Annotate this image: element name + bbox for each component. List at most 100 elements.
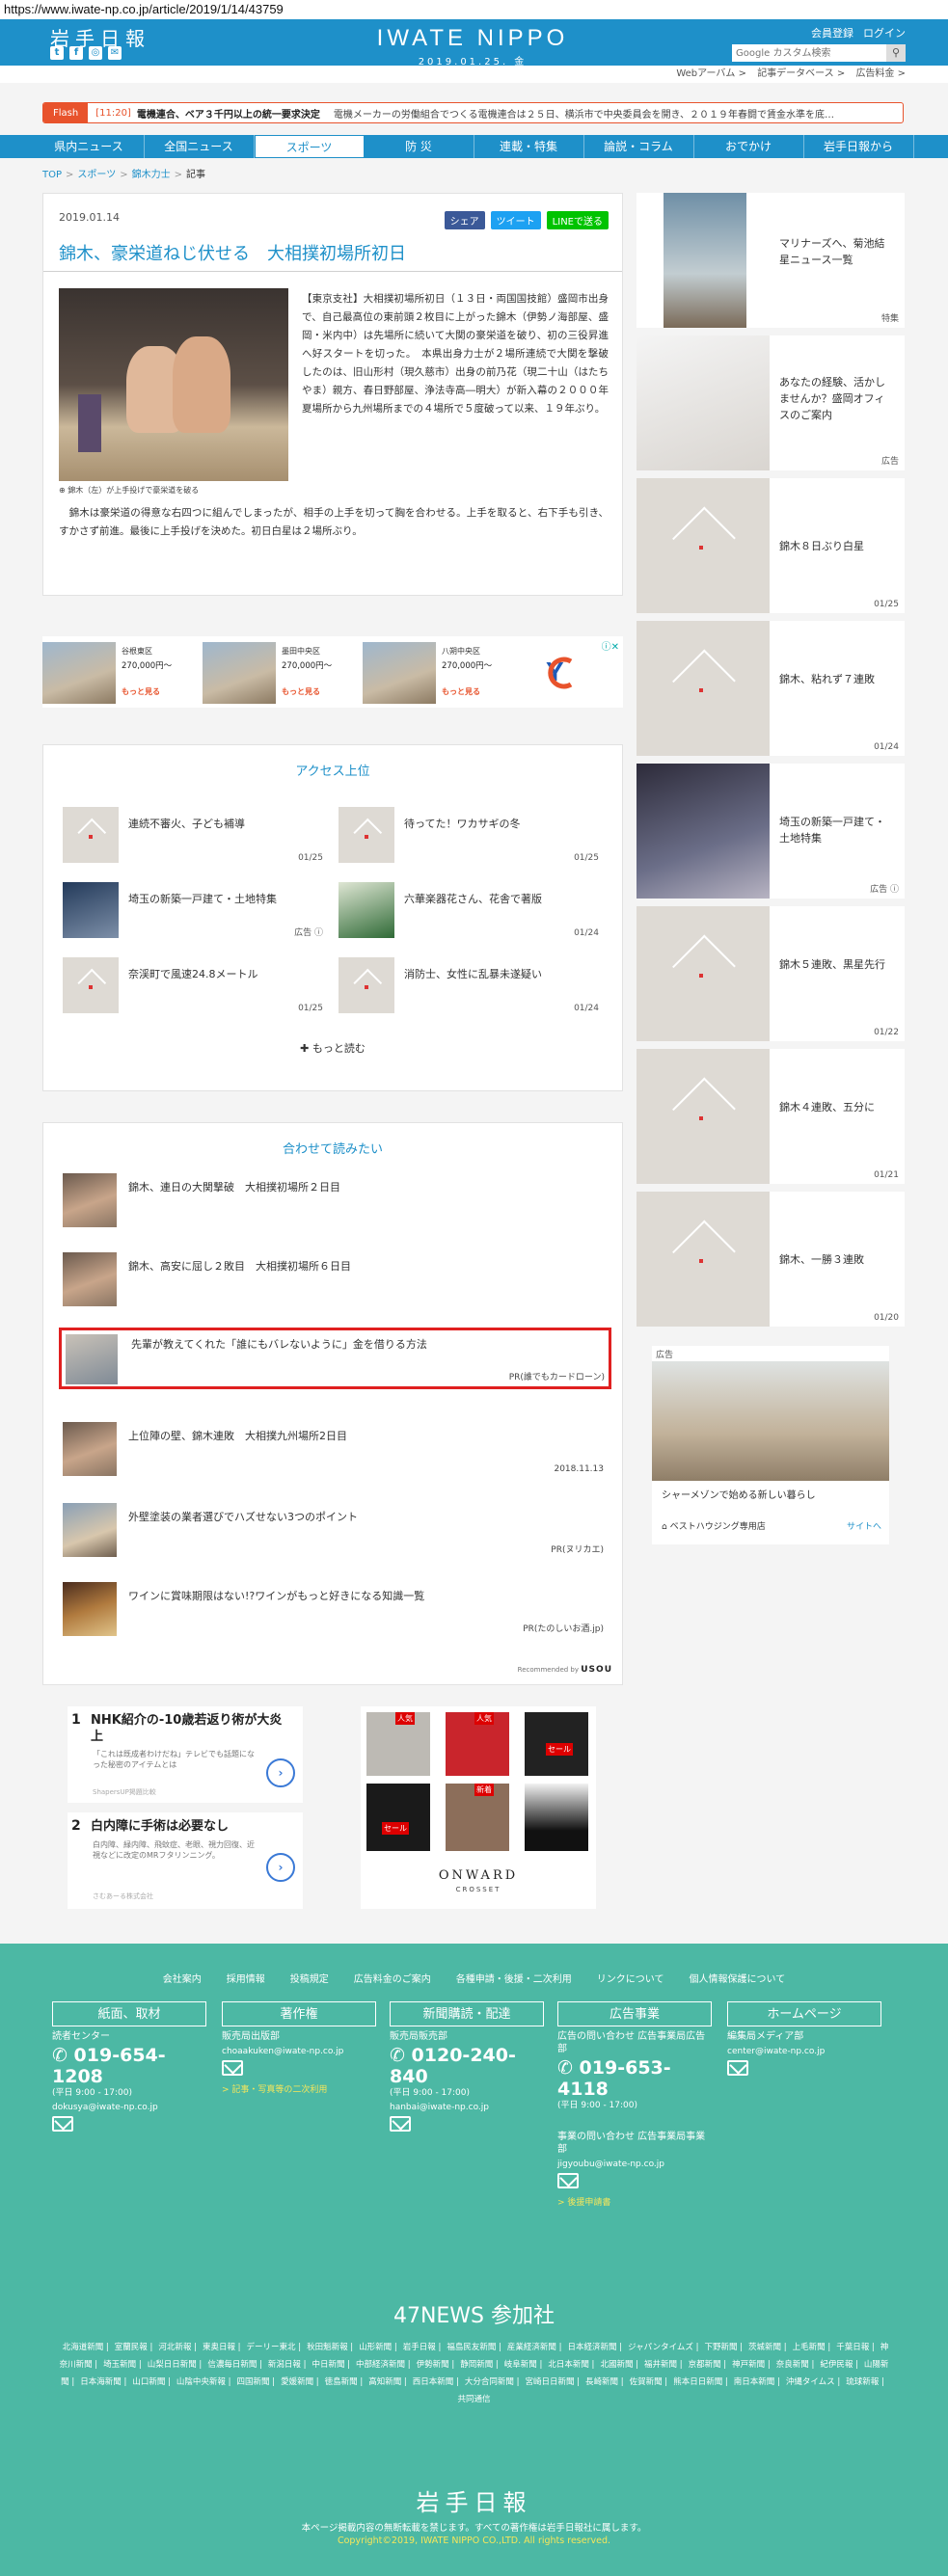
zoom-icon[interactable]: ⊕ <box>59 486 66 495</box>
ranking-item[interactable]: 連続不審火、子ども補導 01/25 <box>63 807 323 867</box>
sidebar-item[interactable]: 錦木８日ぶり白星 01/25 <box>637 478 905 613</box>
newspaper-link[interactable]: 伊勢新聞 | <box>417 2360 455 2370</box>
nav-local-news[interactable]: 県内ニュース <box>35 135 145 158</box>
newspaper-link[interactable]: 四国新聞 | <box>236 2377 275 2387</box>
sidebar-item[interactable]: 錦木４連敗、五分に 01/21 <box>637 1049 905 1184</box>
chevron-right-icon[interactable]: › <box>266 1853 295 1882</box>
sidebar-item[interactable]: 錦木、一勝３連敗 01/20 <box>637 1192 905 1327</box>
newspaper-link[interactable]: 茨城新聞 | <box>748 2343 787 2352</box>
sponsored-item[interactable]: 先輩が教えてくれた「誰にもバレないように」金を借りる方法 PR(誰でもカードロー… <box>59 1328 611 1389</box>
nav-from-iwate[interactable]: 岩手日報から <box>804 135 914 158</box>
mail-icon[interactable] <box>390 2116 411 2132</box>
subnav-ad-rates[interactable]: 広告料金 > <box>855 68 906 79</box>
newspaper-link[interactable]: 埼玉新聞 | <box>103 2360 142 2370</box>
newspaper-link[interactable]: 日本経済新聞 | <box>567 2343 622 2352</box>
newspaper-link[interactable]: 共同通信 <box>457 2395 490 2404</box>
native-ad[interactable]: 1 NHK紹介の-10歳若返り術が大炎上 「これは既成者わけだね」テレビでも話題… <box>68 1706 303 1803</box>
newspaper-link[interactable]: 河北新報 | <box>158 2343 197 2352</box>
read-more-button[interactable]: ✚ もっと読む <box>43 1040 622 1056</box>
sidebar-item[interactable]: 錦木５連敗、黒星先行 01/22 <box>637 906 905 1041</box>
newspaper-link[interactable]: 京都新聞 | <box>689 2360 727 2370</box>
nav-national-news[interactable]: 全国ニュース <box>145 135 255 158</box>
related-item[interactable]: ワインに賞味期限はない!?ワインがもっと好きになる知識一覧 PR(たのしいお酒.… <box>63 1582 608 1638</box>
newspaper-link[interactable]: 信濃毎日新聞 | <box>207 2360 262 2370</box>
search-icon[interactable]: ⚲ <box>886 44 906 62</box>
mail-icon[interactable] <box>727 2060 748 2076</box>
breadcrumb-nishikigi[interactable]: 錦木力士 <box>132 170 171 180</box>
newspaper-link[interactable]: 佐賀新聞 | <box>630 2377 668 2387</box>
newspaper-link[interactable]: 山陰中央新報 | <box>176 2377 231 2387</box>
newspaper-link[interactable]: 北海道新聞 | <box>63 2343 109 2352</box>
newspaper-link[interactable]: 西日本新聞 | <box>413 2377 459 2387</box>
newspaper-link[interactable]: 新潟日報 | <box>268 2360 307 2370</box>
nav-series[interactable]: 連載・特集 <box>474 135 584 158</box>
newspaper-link[interactable]: 北國新聞 | <box>600 2360 638 2370</box>
ranking-item[interactable]: 埼玉の新築一戸建て・土地特集 広告 ⓘ <box>63 882 323 942</box>
footer-link[interactable]: 会社案内 <box>163 1971 202 1985</box>
newspaper-link[interactable]: 沖縄タイムス | <box>786 2377 840 2387</box>
newspaper-link[interactable]: 上毛新聞 | <box>793 2343 831 2352</box>
address-bar[interactable]: https://www.iwate-np.co.jp/article/2019/… <box>0 0 948 19</box>
flash-news[interactable]: Flash [11:20] 電機連合、ベア３千円以上の統一要求決定 電機メーカー… <box>42 102 904 123</box>
advertiser-logo[interactable]: Y <box>542 652 609 690</box>
nav-opinion[interactable]: 論説・コラム <box>584 135 694 158</box>
footer-link[interactable]: 投稿規定 <box>290 1971 329 1985</box>
footer-box[interactable]: 新聞購読・配達 <box>390 2001 544 2026</box>
facebook-icon[interactable]: f <box>69 46 83 60</box>
newspaper-link[interactable]: 琉球新報 | <box>846 2377 884 2387</box>
newspaper-link[interactable]: ジャパンタイムズ | <box>628 2343 698 2352</box>
newspaper-link[interactable]: 日本海新聞 | <box>80 2377 126 2387</box>
article-photo[interactable] <box>59 288 288 481</box>
breadcrumb-top[interactable]: TOP <box>42 170 62 180</box>
newspaper-link[interactable]: 宮崎日日新聞 | <box>525 2377 580 2387</box>
search-input[interactable] <box>732 44 886 62</box>
newspaper-link[interactable]: 北日本新聞 | <box>548 2360 594 2370</box>
newspaper-link[interactable]: 福島民友新聞 | <box>447 2343 501 2352</box>
newspaper-link[interactable]: 山梨日日新聞 | <box>148 2360 203 2370</box>
ad-site-link[interactable]: サイトへ <box>847 1519 881 1532</box>
adchoices-icon[interactable]: ⓘ✕ <box>602 638 619 653</box>
line-share-button[interactable]: LINEで送る <box>546 211 609 229</box>
newspaper-link[interactable]: 徳島新聞 | <box>325 2377 364 2387</box>
related-item[interactable]: 錦木、高安に屈し２敗目 大相撲初場所６日目 <box>63 1252 608 1308</box>
footer-link[interactable]: 個人情報保護について <box>690 1971 786 1985</box>
ranking-item[interactable]: 六華楽器花さん、花舎で著版 01/24 <box>339 882 599 942</box>
newspaper-link[interactable]: 神戸新聞 | <box>732 2360 771 2370</box>
property-ad[interactable]: 墨田中央区 270,000円～ もっと見る <box>203 642 355 704</box>
newspaper-link[interactable]: 岩手日報 | <box>403 2343 442 2352</box>
newspaper-link[interactable]: デーリー東北 | <box>247 2343 302 2352</box>
footer-link[interactable]: リンクについて <box>597 1971 664 1985</box>
newspaper-link[interactable]: 下野新聞 | <box>704 2343 743 2352</box>
subnav-album[interactable]: Webアーバム > <box>676 68 746 79</box>
newspaper-link[interactable]: 高知新聞 | <box>368 2377 407 2387</box>
newspaper-link[interactable]: 静岡新聞 | <box>460 2360 499 2370</box>
twitter-icon[interactable]: t <box>50 46 64 60</box>
newspaper-link[interactable]: 南日本新聞 | <box>734 2377 780 2387</box>
footer-logo[interactable]: 岩手日報 <box>0 2483 948 2517</box>
newspaper-link[interactable]: 中日新聞 | <box>311 2360 350 2370</box>
subnav-database[interactable]: 記事データベース > <box>757 68 845 79</box>
related-item[interactable]: 上位陣の壁、錦木連敗 大相撲九州場所2日目 2018.11.13 <box>63 1422 608 1478</box>
newspaper-link[interactable]: 熊本日日新聞 | <box>673 2377 728 2387</box>
ranking-item[interactable]: 消防士、女性に乱暴未遂疑い 01/24 <box>339 957 599 1017</box>
sidebar-item[interactable]: あなたの経験、活かしませんか？盛岡オフィスのご案内 広告 <box>637 335 905 470</box>
footer-link[interactable]: 広告料金のご案内 <box>354 1971 431 1985</box>
sidebar-item[interactable]: 錦木、粘れず７連敗 01/24 <box>637 621 905 756</box>
property-ad[interactable]: 八朔中央区 270,000円～ もっと見る <box>363 642 515 704</box>
nav-outing[interactable]: おでかけ <box>694 135 804 158</box>
newspaper-link[interactable]: 大分合同新聞 | <box>465 2377 520 2387</box>
fashion-ad[interactable]: 人気 人気 セール セール 新着 ONWARD CROSSET <box>361 1706 596 1909</box>
footer-box[interactable]: ホームページ <box>727 2001 881 2026</box>
login-link[interactable]: ログイン <box>863 25 906 40</box>
footer-box[interactable]: 広告事業 <box>557 2001 712 2026</box>
nav-sports[interactable]: スポーツ <box>254 135 365 158</box>
mail-icon[interactable] <box>557 2173 579 2188</box>
newspaper-link[interactable]: 岐阜新聞 | <box>504 2360 543 2370</box>
newspaper-link[interactable]: 奈良新聞 | <box>776 2360 815 2370</box>
instagram-icon[interactable]: ◎ <box>89 46 102 60</box>
ranking-item[interactable]: 奈渓町で風速24.8メートル 01/25 <box>63 957 323 1017</box>
native-ad[interactable]: 2 白内障に手術は必要なし 白内障、緑内障、飛蚊症、老眼、視力回復、近視などに改… <box>68 1812 303 1909</box>
breadcrumb-sports[interactable]: スポーツ <box>77 170 116 180</box>
newspaper-link[interactable]: 福井新聞 | <box>644 2360 683 2370</box>
recommended-by[interactable]: Recommended by USOU <box>518 1665 612 1675</box>
